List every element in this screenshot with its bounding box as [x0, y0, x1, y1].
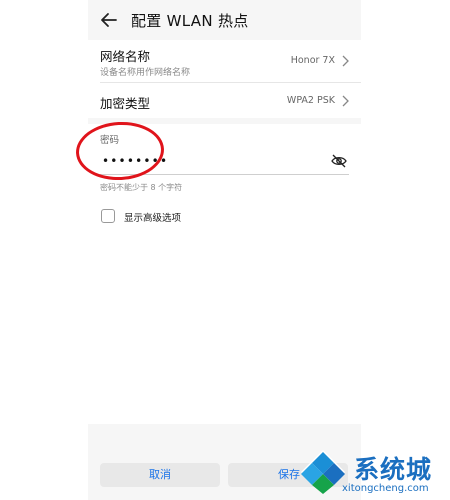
encryption-value: WPA2 PSK [286, 95, 335, 106]
chevron-right-icon [342, 95, 349, 107]
network-name-sub: 设备名称用作网络名称 [100, 68, 191, 78]
site-logo-icon [301, 450, 345, 494]
advanced-options-checkbox[interactable] [101, 209, 115, 223]
network-name-value: Honor 7X [290, 55, 335, 66]
cancel-button[interactable]: 取消 [100, 463, 220, 487]
chevron-right-icon [342, 55, 349, 67]
password-hint: 密码不能少于 8 个字符 [100, 183, 183, 192]
watermark-url: xitongcheng.com [342, 483, 429, 494]
watermark-logo: 系统城 xitongcheng.com [298, 446, 448, 498]
watermark-text: 系统城 [354, 455, 433, 484]
encryption-row[interactable]: 加密类型 WPA2 PSK [88, 83, 361, 118]
eye-off-icon[interactable] [331, 154, 347, 168]
network-name-row[interactable]: 网络名称 设备名称用作网络名称 Honor 7X [88, 40, 361, 80]
header: 配置 WLAN 热点 [88, 0, 361, 40]
network-name-label: 网络名称 [100, 49, 151, 64]
back-arrow-icon[interactable] [100, 11, 118, 29]
settings-card: 网络名称 设备名称用作网络名称 Honor 7X 加密类型 WPA2 PSK [88, 40, 361, 118]
advanced-options-label: 显示高级选项 [124, 213, 182, 224]
phone-screen: 配置 WLAN 热点 网络名称 设备名称用作网络名称 Honor 7X 加密类型… [88, 0, 361, 500]
encryption-label: 加密类型 [100, 96, 151, 111]
page-title: 配置 WLAN 热点 [131, 12, 249, 30]
